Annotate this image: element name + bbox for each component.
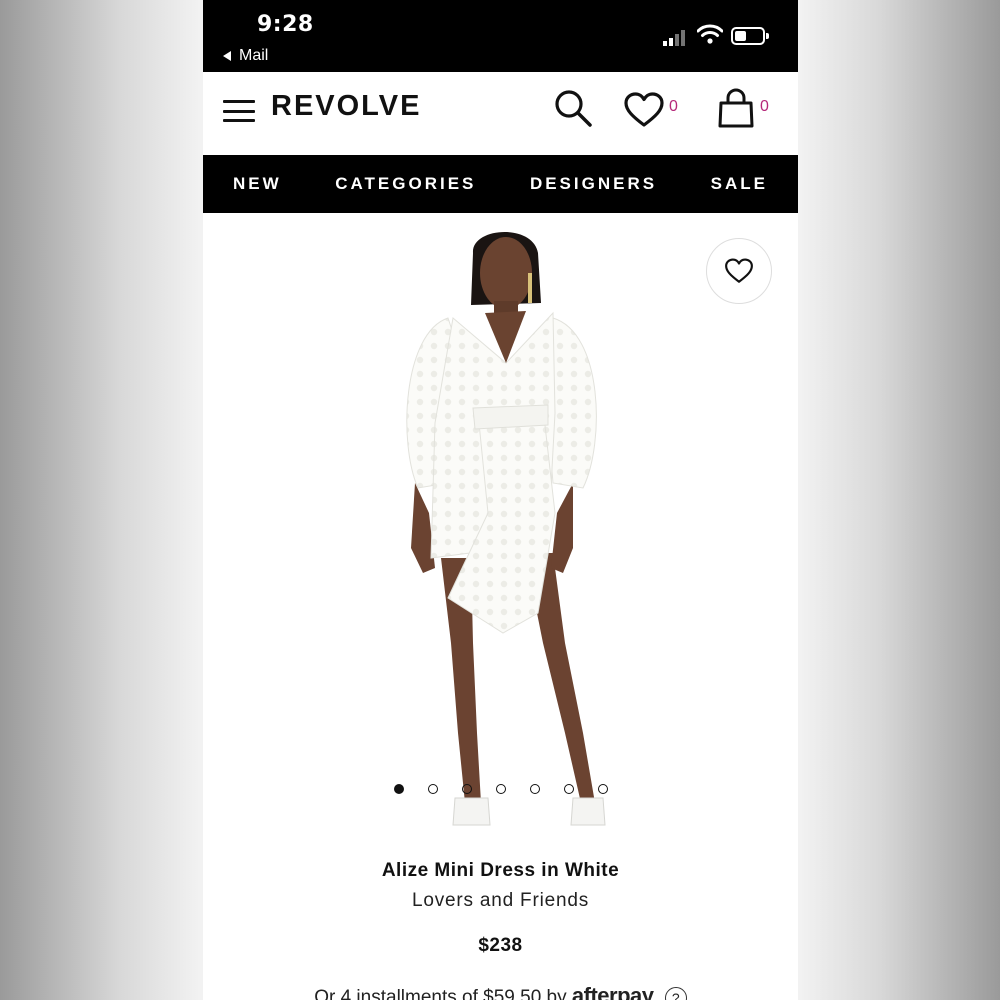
nav-item-designers[interactable]: DESIGNERS — [530, 174, 657, 194]
status-time: 9:28 — [257, 12, 314, 37]
gallery-dot-7[interactable] — [597, 784, 608, 794]
wishlist-count: 0 — [669, 98, 678, 115]
gallery-dot-3[interactable] — [461, 784, 472, 794]
cellular-signal-icon — [663, 28, 685, 46]
installment-text: Or 4 installments of $59.50 by — [314, 987, 567, 1000]
add-to-wishlist-button[interactable] — [706, 238, 772, 304]
shopping-bag-icon[interactable] — [716, 88, 756, 130]
product-photo — [406, 231, 606, 826]
afterpay-logo: afterpay — [571, 983, 654, 1000]
product-image-gallery[interactable] — [203, 213, 798, 838]
afterpay-installments: Or 4 installments of $59.50 by afterpay … — [203, 983, 798, 1000]
nav-item-categories[interactable]: CATEGORIES — [335, 174, 476, 194]
gallery-dot-6[interactable] — [563, 784, 574, 794]
bag-count: 0 — [760, 98, 769, 115]
gallery-dot-5[interactable] — [529, 784, 540, 794]
product-price: $238 — [478, 935, 523, 956]
nav-item-sale[interactable]: SALE — [711, 174, 768, 194]
back-app-label: Mail — [239, 47, 269, 64]
wifi-icon — [697, 24, 723, 44]
search-icon[interactable] — [553, 88, 593, 128]
category-nav: NEW CATEGORIES DESIGNERS SALE — [203, 155, 798, 213]
phone-screen: 9:28 Mail REVOLVE 0 0 NEW CATEGORIES DES… — [203, 0, 798, 1000]
gallery-dot-1[interactable] — [393, 784, 404, 794]
gallery-pagination — [203, 784, 798, 794]
afterpay-help-icon[interactable]: ? — [664, 986, 687, 1000]
battery-icon — [731, 27, 769, 45]
back-to-mail-link[interactable]: Mail — [223, 47, 268, 65]
back-arrow-icon — [223, 51, 231, 61]
nav-item-new[interactable]: NEW — [233, 174, 282, 194]
product-name: Alize Mini Dress in White — [381, 860, 620, 881]
product-brand-link[interactable]: Lovers and Friends — [203, 890, 798, 912]
menu-icon[interactable] — [223, 100, 255, 122]
gallery-dot-2[interactable] — [427, 784, 438, 794]
heart-icon — [725, 258, 753, 283]
revolve-logo[interactable]: REVOLVE — [271, 90, 421, 123]
wishlist-heart-icon[interactable] — [623, 91, 665, 129]
status-bar: 9:28 Mail — [203, 0, 798, 72]
site-header: REVOLVE 0 0 — [203, 72, 798, 155]
gallery-dot-4[interactable] — [495, 784, 506, 794]
